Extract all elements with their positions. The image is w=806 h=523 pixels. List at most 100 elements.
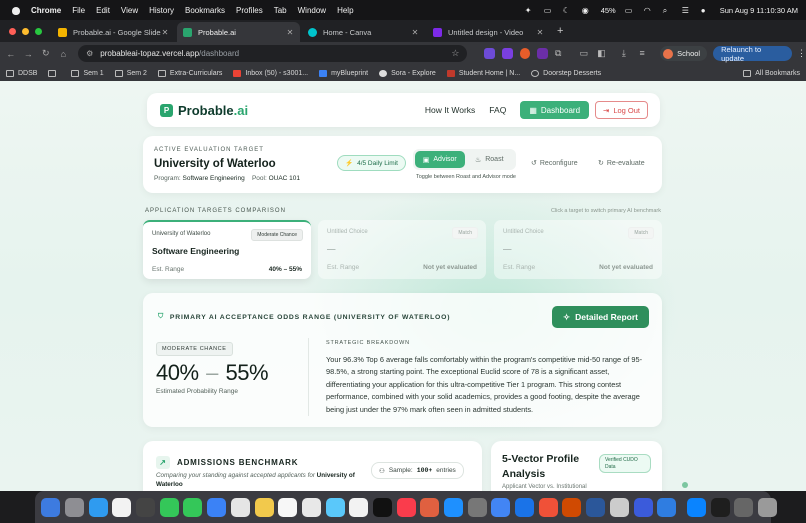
bookmark-item[interactable]: Sem 1 [71,69,104,77]
dock-app-icon[interactable] [734,497,754,517]
dock-app-icon[interactable] [710,497,730,517]
bookmark-item[interactable]: Doorstep Desserts [531,69,601,77]
bookmark-item[interactable]: Sem 2 [114,69,147,77]
record-icon[interactable]: ◉ [582,6,592,15]
zoom-window-button[interactable] [35,27,42,35]
dock-app-icon[interactable] [159,497,179,517]
dock-app-icon[interactable] [562,497,582,517]
dock-app-icon[interactable] [278,497,298,517]
dock-app-icon[interactable] [420,497,440,517]
reconfigure-button[interactable]: ↺ Reconfigure [531,159,578,168]
tab-probable-ai[interactable]: Probable.ai ✕ [177,22,300,42]
wifi-icon[interactable]: ◠ [644,6,654,15]
advisor-mode-button[interactable]: ▣ Advisor [415,151,465,168]
site-logo[interactable]: P Probable .ai [160,103,248,118]
menu-bookmarks[interactable]: Bookmarks [185,6,225,15]
bookmark-star-icon[interactable]: ☆ [451,48,459,59]
tab-google-slides[interactable]: Probable.ai - Google Slides ✕ [52,22,175,42]
dock-app-icon[interactable] [372,497,392,517]
bookmark-item[interactable]: myBlueprint [319,69,368,77]
dock-app-icon[interactable] [65,497,85,517]
logout-button[interactable]: ⇥ Log Out [595,101,648,119]
battery-icon[interactable]: ▭ [625,6,635,15]
extension-icon[interactable] [502,48,513,59]
forward-icon[interactable]: → [22,49,36,59]
tab-canva-video[interactable]: Untitled design - Video ✕ [427,22,550,42]
bookmark-item[interactable]: DDSB [6,69,37,77]
download-icon[interactable]: ⤓ [622,48,633,59]
close-tab-icon[interactable]: ✕ [411,28,419,37]
extensions-puzzle-icon[interactable]: ⧉ [555,48,566,59]
all-bookmarks[interactable]: All Bookmarks [743,69,800,77]
user-icon[interactable]: ● [701,6,711,15]
menubar-clock[interactable]: Sun Aug 9 11:10:30 AM [720,6,798,15]
bookmark-item[interactable]: Sora - Explore [379,69,436,77]
dock-app-icon[interactable] [586,497,606,517]
reevaluate-button[interactable]: ↻ Re-evaluate [598,159,645,168]
home-icon[interactable]: ⌂ [57,49,71,59]
dock-app-icon[interactable] [444,497,464,517]
chrome-menu-icon[interactable]: ⋮ [797,48,806,59]
dock-app-icon[interactable] [538,497,558,517]
detailed-report-button[interactable]: ✧ Detailed Report [552,306,649,328]
close-tab-icon[interactable]: ✕ [286,28,294,37]
bookmark-item[interactable]: Inbox (50) - s3001... [233,69,308,77]
moon-icon[interactable]: ☾ [563,6,573,15]
relaunch-button[interactable]: Relaunch to update [713,45,793,63]
control-center-icon[interactable]: ☰ [682,6,692,15]
dock-app-icon[interactable] [349,497,369,517]
how-it-works-link[interactable]: How It Works [425,105,475,115]
screen-mirror-icon[interactable]: ▭ [544,6,554,15]
menu-window[interactable]: Window [298,6,326,15]
target-card-waterloo[interactable]: University of Waterloo Moderate Chance S… [143,220,311,279]
dock-app-icon[interactable] [609,497,629,517]
tab-canva-home[interactable]: Home - Canva ✕ [302,22,425,42]
dock-app-icon[interactable] [467,497,487,517]
close-tab-icon[interactable]: ✕ [161,28,169,37]
dock-app-icon[interactable] [88,497,108,517]
back-icon[interactable]: ← [4,49,18,59]
dashboard-button[interactable]: ▦ Dashboard [520,101,590,119]
bookmark-item[interactable]: Student Home | N... [446,69,520,77]
menu-tab[interactable]: Tab [274,6,287,15]
dock-app-icon[interactable] [207,497,227,517]
bookmark-item[interactable]: Extra-Curriculars [157,69,222,77]
dock-app-icon[interactable] [112,497,132,517]
roast-mode-button[interactable]: ♨ Roast [465,151,515,168]
profile-button[interactable]: School [660,46,708,61]
sparkle-icon[interactable]: ✦ [525,6,535,15]
menu-help[interactable]: Help [337,6,353,15]
new-tab-icon[interactable]: + [557,25,563,37]
dock-app-icon[interactable] [757,497,777,517]
bookmark-item[interactable] [48,69,60,77]
cast-icon[interactable]: ▭ [580,48,591,59]
dock-app-icon[interactable] [515,497,535,517]
faq-link[interactable]: FAQ [489,105,506,115]
dock-app-icon[interactable] [230,497,250,517]
site-info-icon[interactable]: ⚙ [86,49,93,58]
extension-icon[interactable] [484,48,496,59]
dock-app-icon[interactable] [686,497,706,517]
tab-search-icon[interactable]: ≡ [640,48,651,59]
dock-app-icon[interactable] [491,497,511,517]
dock-app-icon[interactable] [396,497,416,517]
menu-app-name[interactable]: Chrome [31,6,61,15]
menu-view[interactable]: View [121,6,138,15]
sidebar-icon[interactable]: ◧ [597,48,608,59]
close-window-button[interactable] [9,27,16,35]
extension-icon[interactable] [519,48,531,59]
dock-app-icon[interactable] [41,497,61,517]
dock-app-icon[interactable] [254,497,274,517]
dock-app-icon[interactable] [657,497,677,517]
extension-icon[interactable] [537,48,548,59]
reload-icon[interactable]: ↻ [39,48,53,59]
dock-app-icon[interactable] [301,497,321,517]
menu-file[interactable]: File [72,6,85,15]
apple-menu-icon[interactable] [11,5,21,15]
target-card-untitled-2[interactable]: Untitled Choice Match — Est. Range Not y… [494,220,662,279]
menu-profiles[interactable]: Profiles [236,6,263,15]
menu-edit[interactable]: Edit [96,6,110,15]
dock-app-icon[interactable] [136,497,156,517]
target-card-untitled-1[interactable]: Untitled Choice Match — Est. Range Not y… [318,220,486,279]
search-icon[interactable]: ⌕ [663,6,673,15]
